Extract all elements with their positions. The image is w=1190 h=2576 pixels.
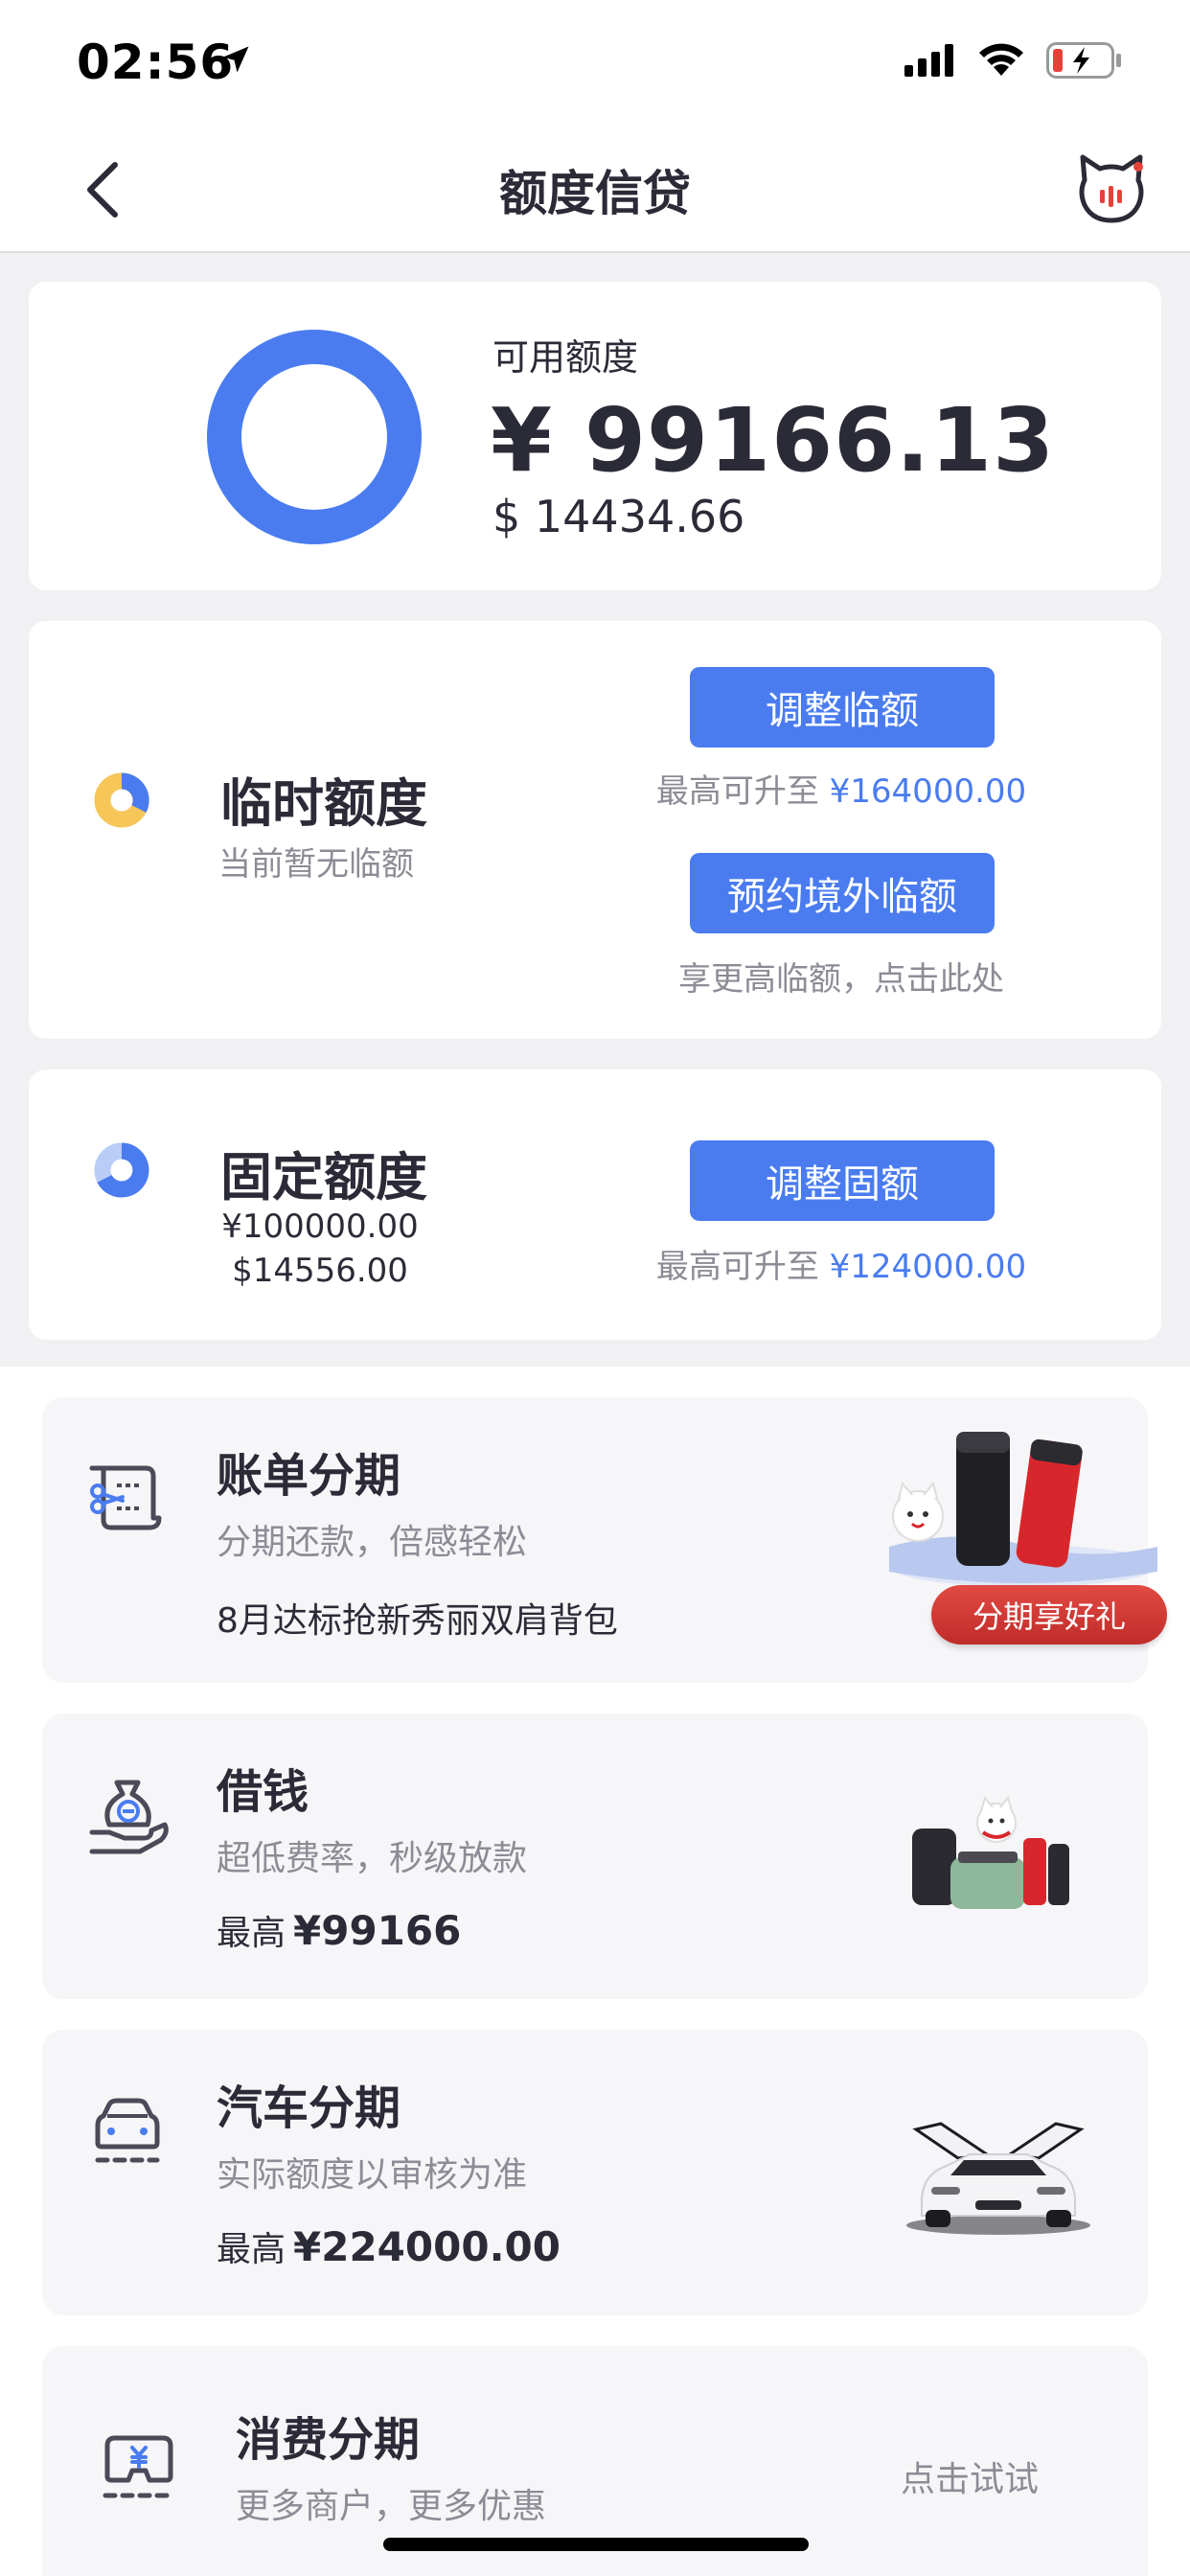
yuan-box-icon <box>103 2435 175 2498</box>
book-overseas-quota-button[interactable]: 预约境外临额 <box>690 853 995 933</box>
temp-quota-card: 临时额度 当前暂无临额 调整临额 最高可升至 ¥164000.00 预约境外临额… <box>29 621 1161 1039</box>
product-max: 最高 ¥224000.00 <box>217 2221 561 2271</box>
fixed-quota-card: 固定额度 ¥100000.00 $14556.00 调整固额 最高可升至 ¥12… <box>29 1070 1161 1340</box>
location-arrow-icon <box>222 46 249 73</box>
available-quota-donut <box>207 330 422 544</box>
temp-quota-subtitle: 当前暂无临额 <box>218 845 414 884</box>
product-subtitle: 实际额度以审核为准 <box>217 2155 528 2195</box>
adjust-temp-quota-hint: 最高可升至 ¥164000.00 <box>602 765 1081 812</box>
hint-prefix: 最高可升至 <box>655 772 819 811</box>
hint-prefix: 最高可升至 <box>655 1248 819 1286</box>
status-bar: 02:56 <box>0 0 1190 126</box>
try-now-link[interactable]: 点击试试 <box>901 2451 1039 2501</box>
nav-bar: 额度信贷 <box>0 126 1190 253</box>
product-subtitle: 分期还款，倍感轻松 <box>217 1523 528 1562</box>
product-card-bill-installment[interactable]: 账单分期 分期还款，倍感轻松 8月达标抢新秀丽双肩背包 分期享好礼 <box>42 1397 1167 1683</box>
product-subtitle: 更多商户，更多优惠 <box>236 2487 547 2526</box>
gift-badge[interactable]: 分期享好礼 <box>931 1585 1167 1644</box>
status-time: 02:56 <box>77 34 235 90</box>
home-indicator <box>383 2538 809 2551</box>
page-title: 额度信贷 <box>499 166 691 221</box>
fixed-quota-title: 固定额度 <box>220 1147 427 1208</box>
fixed-quota-usd: $14556.00 <box>232 1252 408 1290</box>
money-bag-hand-icon <box>89 1780 169 1854</box>
adjust-fixed-quota-button[interactable]: 调整固额 <box>690 1140 995 1221</box>
fixed-quota-cny: ¥100000.00 <box>221 1208 419 1246</box>
adjust-fixed-quota-hint: 最高可升至 ¥124000.00 <box>602 1240 1081 1287</box>
status-icons <box>904 42 1123 79</box>
page: 02:56 额度信贷 可用额度 ¥ 99166.13 $ 14434.66 临时… <box>0 0 1190 2576</box>
product-list: 账单分期 分期还款，倍感轻松 8月达标抢新秀丽双肩背包 分期享好礼 借钱 超低费… <box>0 1367 1190 2576</box>
product-card-car-installment[interactable]: 汽车分期 实际额度以审核为准 最高 ¥224000.00 <box>42 2030 1148 2315</box>
available-quota-card: 可用额度 ¥ 99166.13 $ 14434.66 <box>29 282 1161 590</box>
product-promo: 8月达标抢新秀丽双肩背包 <box>217 1601 618 1641</box>
bill-scissors-icon <box>89 1465 162 1530</box>
available-quota-usd: $ 14434.66 <box>492 491 745 542</box>
max-amount: ¥224000.00 <box>293 2223 561 2270</box>
max-prefix: 最高 <box>217 2230 286 2269</box>
max-amount: ¥99166 <box>293 1907 462 1954</box>
thermos-gift-image <box>889 1432 1157 1587</box>
wifi-icon <box>979 43 1023 76</box>
product-title: 借钱 <box>217 1765 309 1819</box>
temp-quota-title: 临时额度 <box>220 773 427 834</box>
fixed-quota-donut <box>94 1142 149 1198</box>
product-title: 汽车分期 <box>217 2082 401 2135</box>
temp-quota-donut <box>94 772 149 828</box>
car-icon <box>95 2098 160 2163</box>
product-title: 消费分期 <box>236 2413 421 2467</box>
hint-amount: ¥164000.00 <box>829 772 1027 811</box>
cat-service-icon[interactable] <box>1077 151 1146 226</box>
product-max: 最高 ¥99166 <box>217 1905 461 1955</box>
product-subtitle: 超低费率，秒级放款 <box>217 1839 528 1878</box>
overseas-quota-hint[interactable]: 享更高临额，点击此处 <box>602 953 1081 1000</box>
hint-amount: ¥124000.00 <box>829 1248 1027 1286</box>
available-quota-label: 可用额度 <box>492 336 639 379</box>
max-prefix: 最高 <box>217 1914 286 1953</box>
adjust-temp-quota-button[interactable]: 调整临额 <box>690 667 995 748</box>
product-title: 账单分期 <box>217 1449 401 1503</box>
signal-icon <box>904 44 953 77</box>
battery-charging-icon <box>1046 42 1121 79</box>
car-image <box>906 2122 1090 2235</box>
product-card-borrow[interactable]: 借钱 超低费率，秒级放款 最高 ¥99166 <box>42 1714 1148 1999</box>
available-quota-cny: ¥ 99166.13 <box>491 389 1056 492</box>
gift-products-image <box>912 1795 1069 1909</box>
